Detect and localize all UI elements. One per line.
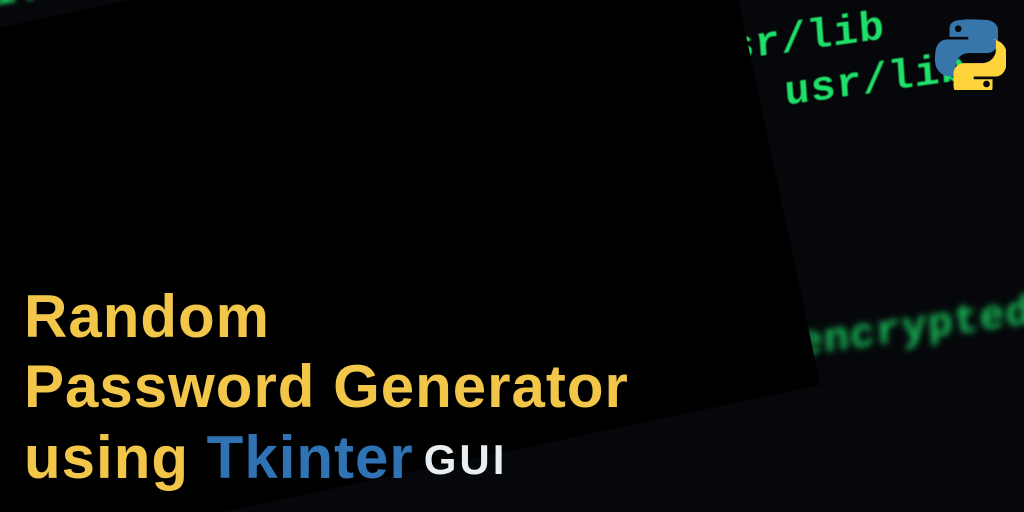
title-line-2: Password Generator — [24, 352, 629, 423]
title-line-3: using TkinterGUI — [24, 423, 629, 494]
title-gui: GUI — [424, 436, 508, 483]
title-line-1: Random — [24, 282, 629, 353]
title-using: using — [24, 424, 207, 491]
hero-image: . Sep 09:31 boot usr/bin 21. Sep 15:50 d… — [0, 0, 1024, 512]
title-tkinter: Tkinter — [207, 424, 414, 491]
python-logo-icon — [932, 16, 1006, 90]
hero-title: Random Password Generator using TkinterG… — [24, 282, 629, 494]
